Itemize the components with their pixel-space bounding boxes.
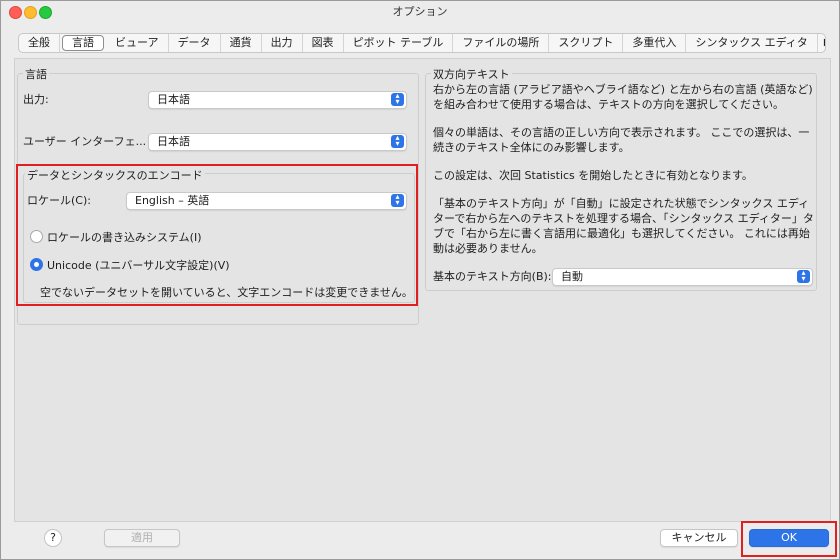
tab-charts[interactable]: 図表 bbox=[303, 34, 344, 52]
tab-viewer[interactable]: ビューア bbox=[106, 34, 169, 52]
bidi-paragraph-2: 個々の単語は、その言語の正しい方向で表示されます。 ここでの選択は、一続きのテキ… bbox=[433, 126, 810, 154]
ui-language-label: ユーザー インターフェ... bbox=[23, 135, 147, 148]
tab-general[interactable]: 全般 bbox=[19, 34, 60, 52]
text-direction-select[interactable]: 自動 ▴ ▾ bbox=[552, 268, 813, 286]
ok-button[interactable]: OK bbox=[749, 529, 829, 547]
tab-output[interactable]: 出力 bbox=[262, 34, 303, 52]
output-language-select[interactable]: 日本語 ▴ ▾ bbox=[148, 91, 407, 109]
maximize-icon[interactable] bbox=[39, 6, 52, 19]
output-language-label: 出力: bbox=[23, 93, 49, 106]
bidi-paragraph-1: 右から左の言語 (アラビア語やヘブライ語など) と左から右の言語 (英語など) … bbox=[433, 83, 813, 111]
tab-syntax-editor[interactable]: シンタックス エディタ bbox=[686, 34, 818, 52]
cancel-button[interactable]: キャンセル bbox=[660, 529, 738, 547]
tab-currency[interactable]: 通貨 bbox=[221, 34, 262, 52]
text-direction-label: 基本のテキスト方向(B): bbox=[433, 270, 552, 283]
tab-language[interactable]: 言語 bbox=[62, 35, 104, 51]
tab-file-locations[interactable]: ファイルの場所 bbox=[453, 34, 550, 52]
bidi-paragraph-3: この設定は、次回 Statistics を開始したときに有効となります。 bbox=[433, 169, 753, 182]
close-icon[interactable] bbox=[9, 6, 22, 19]
chevron-updown-icon: ▴ ▾ bbox=[391, 92, 404, 106]
options-window: オプション 全般 言語 ビューア データ 通貨 出力 図表 ピボット テーブル … bbox=[0, 0, 840, 560]
help-icon[interactable]: ? bbox=[44, 529, 62, 547]
tab-data[interactable]: データ bbox=[169, 34, 221, 52]
text-direction-value: 自動 bbox=[561, 270, 583, 283]
tab-scripts[interactable]: スクリプト bbox=[549, 34, 624, 52]
chevron-updown-icon: ▴ ▾ bbox=[797, 269, 810, 283]
minimize-icon[interactable] bbox=[24, 6, 37, 19]
bidi-paragraph-4: 「基本のテキスト方向」が「自動」に設定された状態でシンタックス エディターで右か… bbox=[433, 197, 814, 255]
ui-language-value: 日本語 bbox=[157, 135, 190, 148]
tabs-scroll-right-icon[interactable]: ▶ bbox=[818, 34, 825, 52]
window-title: オプション bbox=[392, 5, 448, 18]
apply-button[interactable]: 適用 bbox=[104, 529, 180, 547]
tab-pivot-tables[interactable]: ピボット テーブル bbox=[344, 34, 454, 52]
language-group-title: 言語 bbox=[23, 66, 49, 82]
bidi-group-title: 双方向テキスト bbox=[431, 66, 512, 82]
tab-multiple-imputation[interactable]: 多重代入 bbox=[623, 34, 687, 52]
chevron-updown-icon: ▴ ▾ bbox=[391, 134, 404, 148]
titlebar: オプション bbox=[1, 1, 839, 23]
tab-bar: 全般 言語 ビューア データ 通貨 出力 図表 ピボット テーブル ファイルの場… bbox=[18, 33, 826, 53]
output-language-value: 日本語 bbox=[157, 93, 190, 106]
encoding-highlight-box bbox=[16, 164, 418, 306]
ui-language-select[interactable]: 日本語 ▴ ▾ bbox=[148, 133, 407, 151]
